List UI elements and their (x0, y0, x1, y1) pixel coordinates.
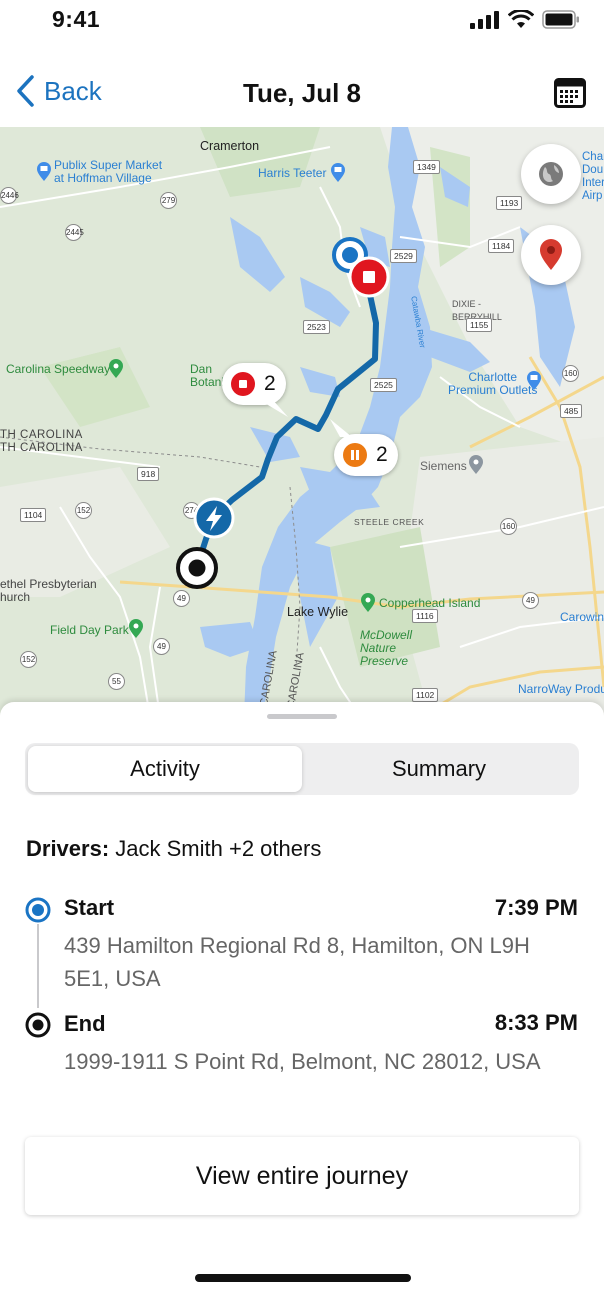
road-shield: 160 (500, 518, 517, 535)
status-icons (470, 10, 580, 29)
lightning-icon[interactable] (193, 497, 235, 539)
end-marker-icon (25, 1012, 51, 1038)
bubble-tail (258, 399, 288, 417)
map-label-harris-teeter: Harris Teeter (258, 166, 327, 180)
map-type-button[interactable] (521, 144, 581, 204)
road-shield: 49 (153, 638, 170, 655)
road-shield: 55 (108, 673, 125, 690)
road-shield: 152 (75, 502, 92, 519)
end-address: 1999-1911 S Point Rd, Belmont, NC 28012,… (64, 1049, 541, 1074)
shopping-pin-icon (37, 162, 51, 181)
drivers-value: Jack Smith +2 others (115, 836, 322, 861)
locate-button[interactable] (521, 225, 581, 285)
road-shield: 2529 (390, 249, 417, 263)
tab-summary[interactable]: Summary (302, 746, 576, 792)
trip-detail-screen: 9:41 Back Tue, Jul 8 Cramerton Publix Su… (0, 0, 604, 1294)
drivers-row: Drivers: Jack Smith +2 others (26, 836, 321, 862)
park-pin-icon (109, 359, 123, 378)
road-shield: 2525 (370, 378, 397, 392)
drivers-label: Drivers: (26, 836, 110, 861)
map-pin-icon (540, 239, 562, 270)
start-label: Start (64, 895, 115, 920)
map-label-airport: Char Dou Intern Airp (582, 151, 604, 202)
status-time: 9:41 (52, 6, 101, 32)
map-label-botanic: Dan Botani (190, 362, 225, 389)
calendar-icon (554, 78, 586, 108)
pause-count: 2 (376, 443, 388, 466)
road-shield: 1102 (412, 688, 439, 702)
pause-cluster-bubble[interactable]: 2 (334, 434, 398, 476)
road-shield: 1104 (20, 508, 47, 522)
trip-map[interactable]: Cramerton Publix Super Market at Hoffman… (0, 127, 604, 717)
map-label-lake-wylie: Lake Wylie (287, 605, 349, 619)
bubble-tail (330, 419, 352, 437)
park-pin-icon (129, 619, 143, 638)
status-bar: 9:41 (0, 0, 604, 44)
start-address: 439 Hamilton Regional Rd 8, Hamilton, ON… (64, 933, 530, 991)
map-label-carowinds: Carowin (560, 610, 604, 624)
stop-count: 2 (264, 372, 276, 395)
place-pin-icon (469, 455, 483, 474)
bottom-sheet: Activity Summary Drivers: Jack Smith +2 … (0, 702, 604, 1294)
road-shield: 1155 (466, 318, 493, 332)
road-shield: 918 (137, 467, 160, 481)
sheet-grabber[interactable] (267, 714, 337, 719)
map-label-field-day-park: Field Day Park (50, 623, 129, 637)
road-shield: 49 (522, 592, 539, 609)
map-label-narroway: NarroWay Produ (518, 682, 604, 696)
end-label: End (64, 1011, 106, 1036)
road-shield: 1349 (413, 160, 440, 174)
shopping-pin-icon (331, 163, 345, 182)
end-marker-icon[interactable] (176, 547, 218, 589)
road-shield: 1116 (412, 609, 438, 623)
map-label-carolina-speedway: Carolina Speedway (6, 362, 111, 376)
view-entire-journey-button[interactable]: View entire journey (25, 1137, 579, 1215)
road-shield: 2445 (65, 224, 84, 241)
road-shield: 485 (560, 404, 583, 418)
map-label-bethel: ethel Presbyterian hurch (0, 577, 97, 604)
road-shield: 152 (20, 651, 37, 668)
start-time: 7:39 PM (494, 895, 578, 920)
segmented-control: Activity Summary (25, 743, 579, 795)
home-indicator (195, 1274, 411, 1282)
tab-activity[interactable]: Activity (28, 746, 302, 792)
start-marker-icon (25, 897, 51, 923)
map-label-north-carolina: TH CAROLINA TH CAROLINA (0, 429, 83, 454)
map-label-cramerton: Cramerton (200, 139, 260, 153)
timeline-connector (37, 924, 39, 1008)
nav-bar: Back Tue, Jul 8 (0, 60, 604, 126)
wifi-icon (508, 10, 534, 28)
road-shield: 1184 (488, 239, 515, 253)
stop-icon (231, 372, 255, 396)
road-shield: 279 (160, 192, 177, 209)
end-time: 8:33 PM (494, 1010, 578, 1035)
calendar-button[interactable] (554, 76, 586, 113)
battery-icon (542, 10, 579, 29)
road-shield: 160 (562, 365, 579, 382)
globe-icon (539, 162, 563, 186)
map-label-mcdowell: McDowell Nature Preserve (360, 628, 413, 668)
shopping-pin-icon (527, 371, 541, 390)
park-pin-icon (361, 593, 375, 612)
map-label-steele-creek: STEELE CREEK (354, 517, 425, 527)
road-shield: 2446 (0, 187, 19, 204)
map-label-charlotte-outlets: Charlotte Premium Outlets (448, 370, 538, 397)
pause-icon (343, 443, 367, 467)
road-shield: 2523 (303, 320, 330, 334)
stop-marker-icon[interactable] (348, 256, 390, 298)
map-label-siemens: Siemens (420, 459, 467, 473)
road-shield: 49 (173, 590, 190, 607)
page-title: Tue, Jul 8 (243, 78, 361, 108)
map-label-publix: Publix Super Market at Hoffman Village (54, 158, 163, 185)
cellular-signal-icon (470, 10, 499, 29)
road-shield: 1193 (496, 196, 523, 210)
